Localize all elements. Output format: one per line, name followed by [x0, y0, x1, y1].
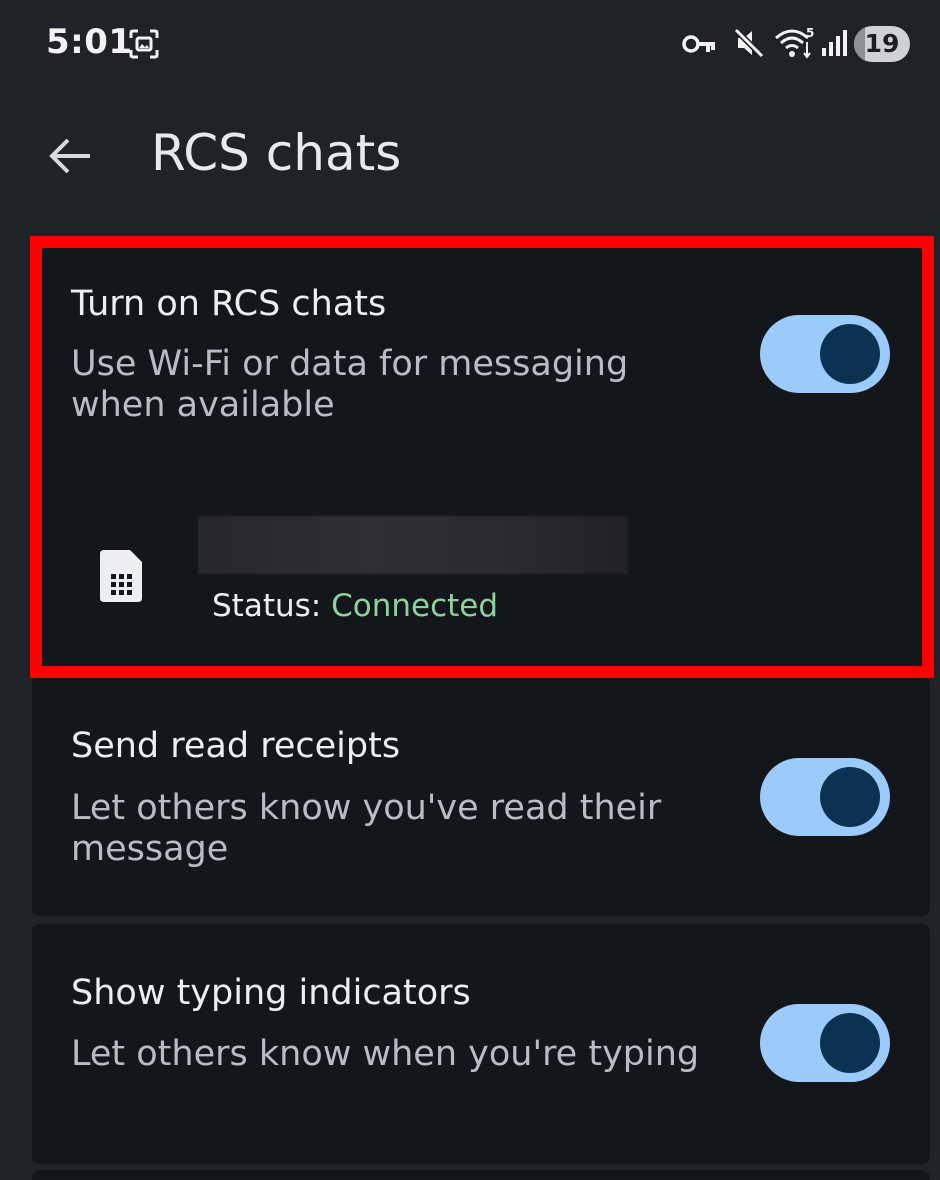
status-label: Status:: [212, 588, 322, 624]
rcs-toggle[interactable]: [760, 315, 890, 393]
vpn-key-icon: [682, 35, 715, 53]
status-value: Connected: [331, 588, 499, 624]
rcs-setting-title: Turn on RCS chats: [71, 284, 387, 324]
sim-card-icon: [100, 550, 142, 602]
rcs-setting-card[interactable]: Turn on RCS chats Use Wi-Fi or data for …: [32, 248, 930, 668]
status-time: 5:01: [46, 22, 133, 62]
screenshot-icon: [129, 29, 159, 59]
typing-indicators-subtitle: Let others know when you're typing: [71, 1034, 700, 1074]
next-setting-card-peek: [32, 1170, 930, 1180]
arrow-back-icon: [49, 138, 90, 174]
toggle-knob: [820, 767, 880, 827]
page-title: RCS chats: [151, 124, 402, 182]
redacted-phone-number: [198, 516, 628, 574]
back-button[interactable]: [44, 130, 96, 182]
typing-indicators-setting-card[interactable]: Show typing indicators Let others know w…: [32, 924, 930, 1164]
read-receipts-toggle[interactable]: [760, 758, 890, 836]
battery-level: 19: [864, 29, 900, 58]
svg-text:5: 5: [806, 26, 814, 40]
typing-indicators-toggle[interactable]: [760, 1004, 890, 1082]
battery-indicator: 19: [854, 26, 910, 62]
read-receipts-setting-card[interactable]: Send read receipts Let others know you'v…: [32, 676, 930, 916]
toggle-knob: [820, 1013, 880, 1073]
read-receipts-subtitle: Let others know you've read their messag…: [71, 788, 662, 869]
read-receipts-title: Send read receipts: [71, 726, 401, 766]
rcs-status: Status: Connected: [212, 588, 498, 624]
wifi-icon: 5: [775, 26, 814, 59]
status-bar: 5:01 5 19: [0, 0, 940, 90]
toggle-knob: [820, 324, 880, 384]
cell-signal-icon: [822, 30, 847, 56]
rcs-setting-subtitle: Use Wi-Fi or data for messaging when ava…: [71, 344, 629, 425]
mute-icon: [733, 27, 765, 59]
typing-indicators-title: Show typing indicators: [71, 973, 471, 1013]
